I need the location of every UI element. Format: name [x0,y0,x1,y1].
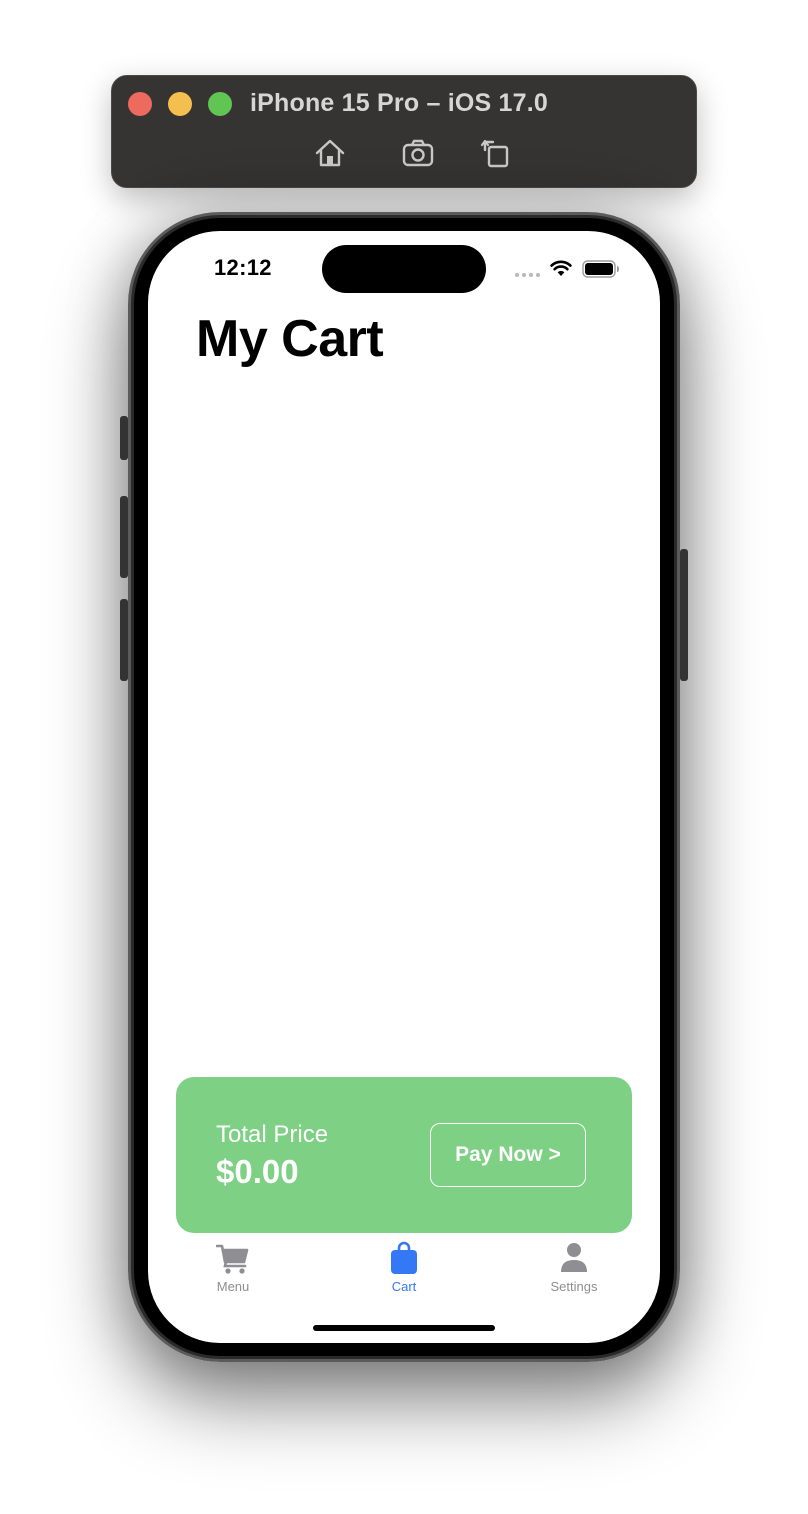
device-screen: 12:12 My Cart Total Price $0.00 Pay Now … [148,231,660,1343]
page-title: My Cart [196,310,384,368]
tab-label-menu: Menu [216,1279,250,1294]
home-icon[interactable] [313,136,347,170]
cart-icon [216,1244,249,1274]
close-window-button[interactable] [128,92,152,116]
home-indicator[interactable] [313,1325,495,1331]
screenshot-icon[interactable] [401,136,435,170]
tab-label-cart: Cart [391,1279,417,1294]
zoom-window-button[interactable] [208,92,232,116]
tab-cart[interactable]: Cart [354,1241,454,1294]
tab-label-settings: Settings [550,1279,598,1294]
minimize-window-button[interactable] [168,92,192,116]
total-price-value: $0.00 [216,1153,299,1190]
rotate-icon[interactable] [480,136,514,170]
tab-menu[interactable]: Menu [183,1241,283,1294]
pay-now-button[interactable]: Pay Now > [430,1123,586,1187]
bag-icon [391,1241,417,1274]
volume-up-button[interactable] [120,496,128,578]
side-power-button[interactable] [680,549,688,681]
wifi-icon [550,260,572,276]
volume-down-button[interactable] [120,599,128,681]
status-time: 12:12 [214,255,272,280]
cellular-dots-icon [515,273,540,277]
simulator-title: iPhone 15 Pro – iOS 17.0 [250,89,548,117]
total-price-label: Total Price [216,1121,329,1148]
dynamic-island [322,245,486,293]
tab-settings[interactable]: Settings [524,1241,624,1294]
battery-icon [582,260,619,278]
action-button[interactable] [120,416,128,460]
person-icon [561,1243,587,1272]
checkout-card: Total Price $0.00 Pay Now > [176,1077,632,1233]
